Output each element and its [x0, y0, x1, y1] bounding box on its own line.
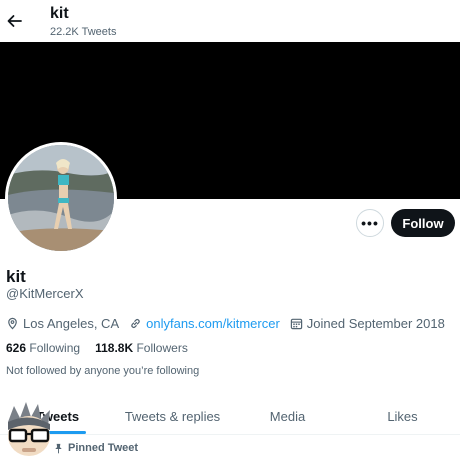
avatar[interactable]	[5, 142, 117, 254]
mascot-watermark-icon	[8, 402, 50, 456]
join-date-text: Joined September 2018	[306, 315, 445, 331]
website-link[interactable]: onlyfans.com/kitmercer	[146, 316, 280, 331]
tab-media[interactable]: Media	[230, 398, 345, 434]
calendar-icon	[290, 318, 302, 329]
tab-likes[interactable]: Likes	[345, 398, 460, 434]
website[interactable]: onlyfans.com/kitmercer	[129, 316, 280, 331]
header-title: kit	[50, 5, 69, 22]
profile-name: kit	[6, 267, 26, 286]
back-arrow-icon	[7, 15, 22, 27]
following-count: 626	[6, 341, 27, 355]
location-icon	[8, 317, 17, 329]
link-icon	[131, 318, 140, 328]
profile-handle: @KitMercerX	[6, 286, 84, 301]
pinned-tweet-label: Pinned Tweet	[68, 442, 139, 454]
tab-tweets-replies[interactable]: Tweets & replies	[115, 398, 230, 434]
followers-count: 118.8K	[95, 341, 134, 355]
avatar-photo	[8, 145, 114, 251]
profile-meta: Los Angeles, CA onlyfans.com/kitmercer J…	[6, 314, 455, 332]
follow-counts: 626 Following 118.8K Followers	[6, 340, 203, 356]
back-button[interactable]	[4, 6, 24, 36]
join-date: Joined September 2018	[290, 316, 445, 331]
header-tweet-count: 22.2K Tweets	[50, 26, 117, 38]
more-options-button[interactable]: •••	[356, 209, 384, 237]
following-link[interactable]: 626 Following	[6, 340, 80, 356]
location: Los Angeles, CA	[6, 316, 119, 331]
top-bar: kit 22.2K Tweets	[0, 0, 460, 42]
followers-link[interactable]: 118.8K Followers	[95, 340, 188, 356]
following-label: Following	[29, 341, 81, 355]
followers-label: Followers	[136, 341, 188, 355]
profile-tabs: Tweets Tweets & replies Media Likes	[0, 398, 460, 435]
follow-button[interactable]: Follow	[391, 209, 455, 237]
location-text: Los Angeles, CA	[23, 315, 120, 331]
followed-by-note: Not followed by anyone you’re following	[6, 365, 200, 377]
pinned-tweet-header: Pinned Tweet	[53, 442, 138, 454]
